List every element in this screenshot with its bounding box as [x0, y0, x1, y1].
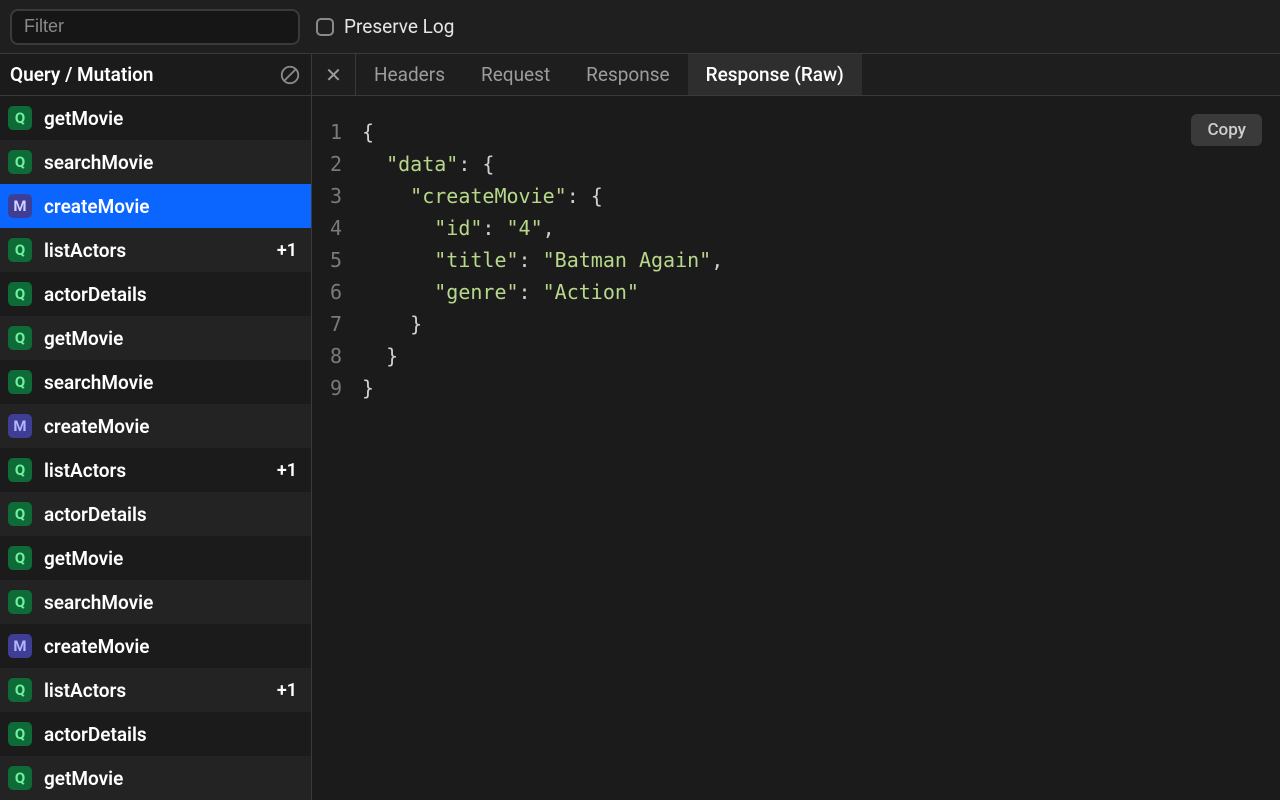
content: ✕ HeadersRequestResponseResponse (Raw) C… [312, 54, 1280, 800]
operation-row[interactable]: QsearchMovie [0, 360, 311, 404]
operation-label: getMovie [44, 327, 303, 350]
line-number: 1 [328, 116, 362, 148]
line-number: 3 [328, 180, 362, 212]
operation-row[interactable]: QlistActors +1 [0, 668, 311, 712]
operation-row[interactable]: QgetMovie [0, 316, 311, 360]
query-icon: Q [8, 326, 32, 350]
operation-row[interactable]: McreateMovie [0, 624, 311, 668]
sidebar: Query / Mutation QgetMovieQsearchMovieMc… [0, 54, 312, 800]
code-line: 5 "title": "Batman Again", [328, 244, 1264, 276]
operation-badge: +1 [277, 680, 303, 701]
operation-row[interactable]: QgetMovie [0, 536, 311, 580]
mutation-icon: M [8, 194, 32, 218]
line-number: 6 [328, 276, 362, 308]
operation-row[interactable]: QlistActors +1 [0, 448, 311, 492]
query-icon: Q [8, 678, 32, 702]
code-line: 1{ [328, 116, 1264, 148]
operation-badge: +1 [277, 460, 303, 481]
code-text: "genre": "Action" [362, 276, 639, 308]
sidebar-header: Query / Mutation [0, 54, 311, 96]
tab[interactable]: Headers [356, 54, 463, 95]
code-line: 6 "genre": "Action" [328, 276, 1264, 308]
operation-label: listActors [44, 459, 265, 482]
operation-row[interactable]: QgetMovie [0, 756, 311, 800]
query-icon: Q [8, 590, 32, 614]
line-number: 5 [328, 244, 362, 276]
topbar: Preserve Log [0, 0, 1280, 54]
operation-row[interactable]: QsearchMovie [0, 140, 311, 184]
preserve-log-label: Preserve Log [344, 15, 454, 38]
tab[interactable]: Response (Raw) [688, 54, 862, 95]
clear-icon[interactable] [279, 64, 301, 86]
operation-label: searchMovie [44, 151, 303, 174]
operation-row[interactable]: QactorDetails [0, 712, 311, 756]
code-line: 4 "id": "4", [328, 212, 1264, 244]
operation-label: createMovie [44, 195, 303, 218]
query-icon: Q [8, 370, 32, 394]
operation-label: searchMovie [44, 371, 303, 394]
operation-label: createMovie [44, 415, 303, 438]
operation-badge: +1 [277, 240, 303, 261]
line-number: 7 [328, 308, 362, 340]
code-pane: Copy 1{2 "data": {3 "createMovie": {4 "i… [312, 96, 1280, 800]
operation-label: getMovie [44, 107, 303, 130]
query-icon: Q [8, 458, 32, 482]
operation-row[interactable]: QactorDetails [0, 492, 311, 536]
operations-list: QgetMovieQsearchMovieMcreateMovieQlistAc… [0, 96, 311, 800]
operation-row[interactable]: McreateMovie [0, 404, 311, 448]
code-text: "data": { [362, 148, 494, 180]
operation-row[interactable]: QgetMovie [0, 96, 311, 140]
tab[interactable]: Request [463, 54, 568, 95]
code-line: 2 "data": { [328, 148, 1264, 180]
code-text: } [362, 372, 374, 404]
line-number: 4 [328, 212, 362, 244]
sidebar-title: Query / Mutation [10, 63, 154, 86]
code-line: 8 } [328, 340, 1264, 372]
operation-label: createMovie [44, 635, 303, 658]
code-text: { [362, 116, 374, 148]
operation-label: actorDetails [44, 503, 303, 526]
code-line: 7 } [328, 308, 1264, 340]
preserve-log-checkbox[interactable] [316, 18, 334, 36]
preserve-log[interactable]: Preserve Log [316, 15, 454, 38]
mutation-icon: M [8, 634, 32, 658]
operation-label: actorDetails [44, 283, 303, 306]
mutation-icon: M [8, 414, 32, 438]
code-text: "title": "Batman Again", [362, 244, 723, 276]
operation-label: getMovie [44, 767, 303, 790]
query-icon: Q [8, 106, 32, 130]
code-text: "createMovie": { [362, 180, 603, 212]
operation-label: listActors [44, 679, 265, 702]
operation-label: getMovie [44, 547, 303, 570]
line-number: 2 [328, 148, 362, 180]
query-icon: Q [8, 282, 32, 306]
code-line: 9} [328, 372, 1264, 404]
code-block: 1{2 "data": {3 "createMovie": {4 "id": "… [328, 116, 1264, 404]
query-icon: Q [8, 238, 32, 262]
query-icon: Q [8, 722, 32, 746]
operation-label: searchMovie [44, 591, 303, 614]
code-text: } [362, 308, 422, 340]
code-text: } [362, 340, 398, 372]
tab[interactable]: Response [568, 54, 687, 95]
operation-label: actorDetails [44, 723, 303, 746]
query-icon: Q [8, 546, 32, 570]
code-text: "id": "4", [362, 212, 555, 244]
query-icon: Q [8, 502, 32, 526]
code-line: 3 "createMovie": { [328, 180, 1264, 212]
line-number: 9 [328, 372, 362, 404]
query-icon: Q [8, 150, 32, 174]
query-icon: Q [8, 766, 32, 790]
filter-input[interactable] [10, 9, 300, 45]
close-icon[interactable]: ✕ [312, 54, 356, 95]
operation-row[interactable]: QlistActors +1 [0, 228, 311, 272]
operation-row[interactable]: QsearchMovie [0, 580, 311, 624]
copy-button[interactable]: Copy [1191, 114, 1262, 146]
line-number: 8 [328, 340, 362, 372]
tabbar: ✕ HeadersRequestResponseResponse (Raw) [312, 54, 1280, 96]
operation-label: listActors [44, 239, 265, 262]
operation-row[interactable]: QactorDetails [0, 272, 311, 316]
operation-row[interactable]: McreateMovie [0, 184, 311, 228]
